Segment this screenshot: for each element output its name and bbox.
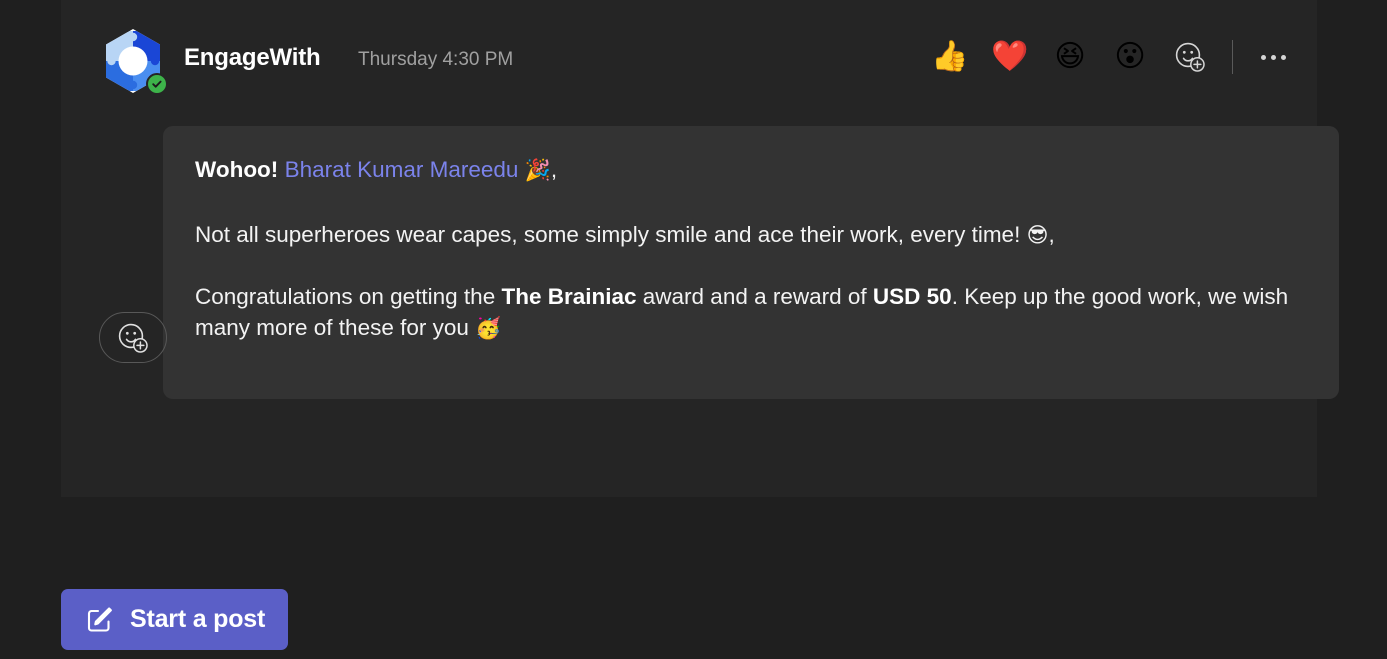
add-reaction-icon xyxy=(118,323,148,353)
available-check-badge-icon xyxy=(146,73,168,95)
congrats-middle: award and a reward of xyxy=(636,284,873,309)
compliment-text: Not all superheroes wear capes, some sim… xyxy=(195,222,1021,247)
card-compliment-line: Not all superheroes wear capes, some sim… xyxy=(195,219,1307,251)
reward-amount: USD 50 xyxy=(872,284,952,309)
more-dot xyxy=(1260,54,1266,60)
user-mention-link[interactable]: Bharat Kumar Mareedu xyxy=(285,157,519,182)
sunglasses-face-icon: 😎 xyxy=(1026,223,1049,247)
award-name: The Brainiac xyxy=(501,284,637,309)
message-header: EngageWith Thursday 4:30 PM 👍 ❤️ 😆 😮 xyxy=(61,0,1317,124)
greeting-prefix: Wohoo! xyxy=(195,157,279,182)
avatar[interactable] xyxy=(100,28,168,95)
start-a-post-label: Start a post xyxy=(130,605,266,633)
more-dot xyxy=(1270,54,1276,60)
partying-face-icon: 🥳 xyxy=(475,316,502,340)
sender-name: EngageWith xyxy=(184,44,321,71)
message-container: EngageWith Thursday 4:30 PM 👍 ❤️ 😆 😮 Woh… xyxy=(61,0,1339,497)
award-message-card: Wohoo! Bharat Kumar Mareedu 🎉, Not all s… xyxy=(163,126,1339,399)
congrats-prefix: Congratulations on getting the xyxy=(195,284,502,309)
thumbs-up-reaction-button[interactable]: 👍 xyxy=(928,35,972,79)
greeting-suffix: , xyxy=(550,157,558,182)
add-reaction-button[interactable] xyxy=(1168,35,1212,79)
toolbar-divider xyxy=(1232,40,1233,74)
compliment-suffix: , xyxy=(1048,222,1055,247)
more-dot xyxy=(1280,54,1286,60)
footer-add-reaction-button[interactable] xyxy=(99,312,167,363)
heart-reaction-button[interactable]: ❤️ xyxy=(988,35,1032,79)
card-greeting-line: Wohoo! Bharat Kumar Mareedu 🎉, xyxy=(195,154,1307,186)
surprised-reaction-button[interactable]: 😮 xyxy=(1108,35,1152,79)
reaction-toolbar: 👍 ❤️ 😆 😮 xyxy=(920,35,1295,79)
compose-edit-icon xyxy=(87,606,112,632)
card-congratulations-line: Congratulations on getting the The Brain… xyxy=(195,281,1307,344)
add-reaction-icon xyxy=(1175,42,1205,72)
start-a-post-button[interactable]: Start a post xyxy=(61,589,289,650)
laugh-reaction-button[interactable]: 😆 xyxy=(1048,35,1092,79)
party-popper-icon: 🎉 xyxy=(524,158,551,182)
more-options-button[interactable] xyxy=(1251,35,1295,79)
message-timestamp: Thursday 4:30 PM xyxy=(358,49,514,70)
